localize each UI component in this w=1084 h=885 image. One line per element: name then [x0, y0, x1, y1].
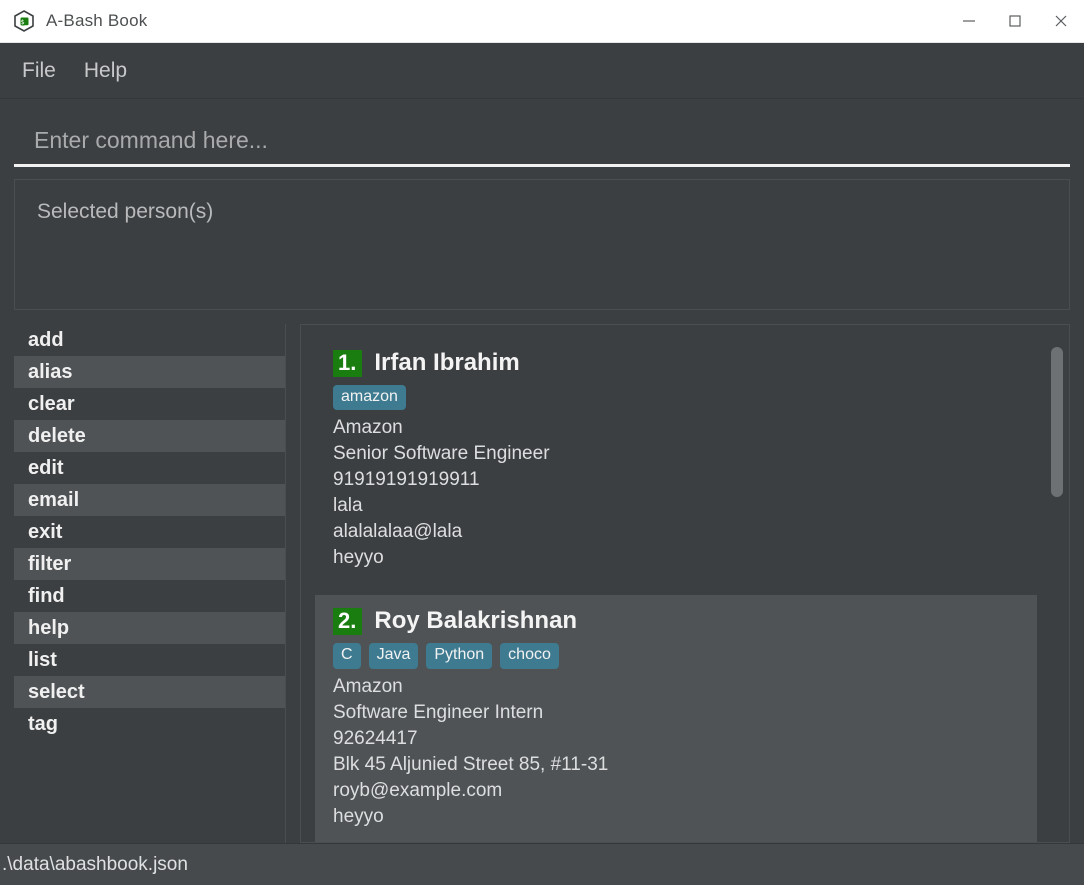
command-list-item-list[interactable]: list [14, 644, 285, 676]
results-scrollbar[interactable] [1051, 335, 1063, 832]
person-name: Roy Balakrishnan [374, 607, 578, 635]
person-address: lala [333, 495, 363, 517]
command-list-item-find[interactable]: find [14, 580, 285, 612]
results-scrollbar-thumb[interactable] [1051, 347, 1063, 497]
person-results-panel: 1. Irfan Ibrahim amazon Amazon Senior So… [300, 324, 1070, 843]
person-phone: 92624417 [333, 727, 418, 749]
command-list-item-filter[interactable]: filter [14, 548, 285, 580]
person-job-title: Software Engineer Intern [333, 701, 544, 723]
person-card-header: 1. Irfan Ibrahim [333, 349, 1037, 377]
person-tag-list: amazon [333, 385, 1037, 411]
person-tag[interactable]: Java [368, 643, 419, 669]
person-tag[interactable]: amazon [333, 385, 406, 411]
command-list[interactable]: add alias clear delete edit email exit f… [14, 324, 286, 843]
command-list-item-help[interactable]: help [14, 612, 285, 644]
person-email: alalalalaa@lala [333, 521, 463, 543]
command-list-item-delete[interactable]: delete [14, 420, 285, 452]
person-company: Amazon [333, 675, 403, 697]
command-list-item-exit[interactable]: exit [14, 516, 285, 548]
app-logo-icon: $_ [10, 7, 38, 35]
app-window: $_ A-Bash Book File Help Enter command h… [0, 0, 1084, 885]
person-card[interactable]: 2. Roy Balakrishnan C Java Python choco … [315, 595, 1037, 842]
person-email: royb@example.com [333, 779, 503, 801]
person-tag[interactable]: C [333, 643, 361, 669]
person-job-title: Senior Software Engineer [333, 443, 550, 465]
person-index-badge: 1. [333, 349, 363, 377]
person-address: Blk 45 Aljunied Street 85, #11-31 [333, 753, 609, 775]
selected-persons-label: Selected person(s) [37, 200, 214, 223]
command-list-item-tag[interactable]: tag [14, 708, 285, 740]
person-remark: heyyo [333, 547, 384, 569]
maximize-button[interactable] [992, 0, 1038, 43]
person-company: Amazon [333, 417, 403, 439]
person-name: Irfan Ibrahim [374, 349, 520, 376]
menu-bar: File Help [0, 43, 1084, 99]
main-body: add alias clear delete edit email exit f… [0, 310, 1084, 843]
person-card-list: 1. Irfan Ibrahim amazon Amazon Senior So… [315, 337, 1037, 842]
command-list-item-add[interactable]: add [14, 324, 285, 356]
minimize-button[interactable] [946, 0, 992, 43]
person-card-header: 2. Roy Balakrishnan [333, 607, 1037, 635]
window-title: A-Bash Book [46, 11, 148, 30]
person-remark: heyyo [333, 805, 384, 827]
command-list-item-select[interactable]: select [14, 676, 285, 708]
status-bar: .\data\abashbook.json [0, 843, 1084, 885]
person-index-badge: 2. [333, 607, 363, 635]
command-input-wrapper: Enter command here... [0, 99, 1084, 167]
title-bar: $_ A-Bash Book [0, 0, 1084, 43]
command-list-item-alias[interactable]: alias [14, 356, 285, 388]
person-phone: 91919191919911 [333, 469, 480, 491]
svg-text:$_: $_ [21, 18, 29, 26]
person-tag[interactable]: choco [500, 643, 559, 669]
close-button[interactable] [1038, 0, 1084, 43]
command-input[interactable]: Enter command here... [14, 117, 1070, 167]
person-card[interactable]: 1. Irfan Ibrahim amazon Amazon Senior So… [315, 337, 1037, 586]
menu-item-help[interactable]: Help [84, 59, 127, 83]
menu-item-file[interactable]: File [22, 59, 56, 83]
person-tag-list: C Java Python choco [333, 643, 1037, 669]
command-list-item-edit[interactable]: edit [14, 452, 285, 484]
status-bar-file-path: .\data\abashbook.json [2, 853, 188, 875]
person-tag[interactable]: Python [426, 643, 493, 669]
selected-panel-wrapper: Selected person(s) [0, 167, 1084, 310]
command-list-item-clear[interactable]: clear [14, 388, 285, 420]
command-list-item-email[interactable]: email [14, 484, 285, 516]
command-input-placeholder: Enter command here... [34, 127, 268, 153]
selected-persons-panel: Selected person(s) [14, 179, 1070, 310]
